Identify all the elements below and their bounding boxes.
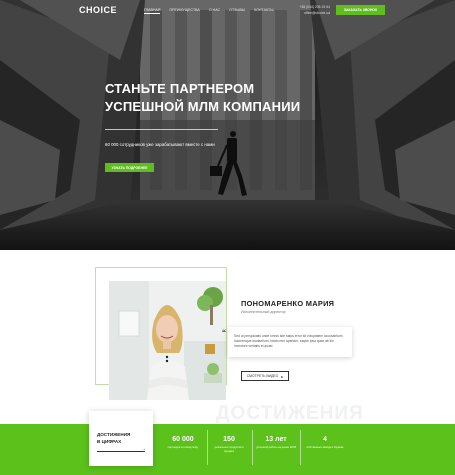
achievements-title: ДОСТИЖЕНИЯ В ЦИФРАХ xyxy=(97,432,130,445)
phone-number[interactable]: +38 (044) 206 15 64 xyxy=(296,5,330,11)
stat-divider xyxy=(207,430,208,465)
stat-partners: 60 000 партнеров по всему миру xyxy=(163,436,203,450)
hero-divider xyxy=(105,129,218,130)
stat-value: 150 xyxy=(223,436,235,443)
order-call-button[interactable]: ЗАКАЗАТЬ ЗВОНОК xyxy=(336,5,385,15)
hero-title: СТАНЬТЕ ПАРТНЕРОМ УСПЕШНОЙ МЛМ КОМПАНИИ xyxy=(105,81,301,114)
stat-label: уникальных продуктов в продаже xyxy=(214,446,244,453)
play-icon: ▸ xyxy=(281,373,284,379)
stat-divider xyxy=(300,430,301,465)
stat-value: 4 xyxy=(323,436,327,443)
stat-products: 150 уникальных продуктов в продаже xyxy=(209,436,249,453)
nav-item-contacts[interactable]: КОНТАКТЫ xyxy=(254,8,273,12)
quote-icon: “ xyxy=(222,328,226,337)
stat-label: партнеров по всему миру xyxy=(167,446,199,449)
director-photo xyxy=(109,281,226,400)
achievements-title-line1: ДОСТИЖЕНИЯ xyxy=(97,432,131,437)
nav-item-home[interactable]: ГЛАВНАЯ xyxy=(144,8,161,14)
hero-section: CHOICE ГЛАВНАЯ ПРЕИМУЩЕСТВА О НАС ОТЗЫВЫ… xyxy=(0,0,455,250)
stat-factories: 4 собственных завода в Украине xyxy=(305,436,345,450)
logo[interactable]: CHOICE xyxy=(79,5,117,15)
director-name: ПОНОМАРЕНКО МАРИЯ xyxy=(241,299,335,308)
arrow-right-icon[interactable]: → xyxy=(141,446,146,452)
stat-label: успешной работы на рынке МЛМ xyxy=(256,446,296,449)
header-contacts: +38 (044) 206 15 64 office@choice.ua xyxy=(296,5,330,16)
learn-more-button[interactable]: УЗНАТЬ ПОДРОБНЕЕ xyxy=(105,163,154,172)
nav-item-advantages[interactable]: ПРЕИМУЩЕСТВА xyxy=(169,8,199,12)
director-role: Исполнительный директор xyxy=(241,310,286,314)
hero-subtitle: 60 000 сотрудников уже зарабатывают вмес… xyxy=(105,142,215,147)
achievements-title-line2: В ЦИФРАХ xyxy=(97,438,122,444)
stat-value: 60 000 xyxy=(172,436,194,443)
nav-item-reviews[interactable]: ОТЗЫВЫ xyxy=(229,8,245,12)
stat-value: 13 лет xyxy=(265,436,287,443)
top-bar: CHOICE ГЛАВНАЯ ПРЕИМУЩЕСТВА О НАС ОТЗЫВЫ… xyxy=(0,0,455,22)
stat-divider xyxy=(252,430,253,465)
stat-label: собственных завода в Украине xyxy=(306,446,344,449)
watch-video-button[interactable]: СМОТРЕТЬ ВИДЕО ▸ xyxy=(241,371,289,381)
watch-video-label: СМОТРЕТЬ ВИДЕО xyxy=(246,374,279,378)
achievements-underline xyxy=(97,451,145,452)
main-nav: ГЛАВНАЯ ПРЕИМУЩЕСТВА О НАС ОТЗЫВЫ КОНТАК… xyxy=(144,8,282,14)
achievements-watermark: ДОСТИЖЕНИЯ xyxy=(216,403,364,424)
email-address[interactable]: office@choice.ua xyxy=(296,11,330,17)
hero-background-image xyxy=(0,0,455,250)
stat-years: 13 лет успешной работы на рынке МЛМ xyxy=(256,436,296,450)
nav-item-about[interactable]: О НАС xyxy=(209,8,220,12)
quote-text: Sed ut perspiciatis unde omnis iste natu… xyxy=(234,334,343,348)
